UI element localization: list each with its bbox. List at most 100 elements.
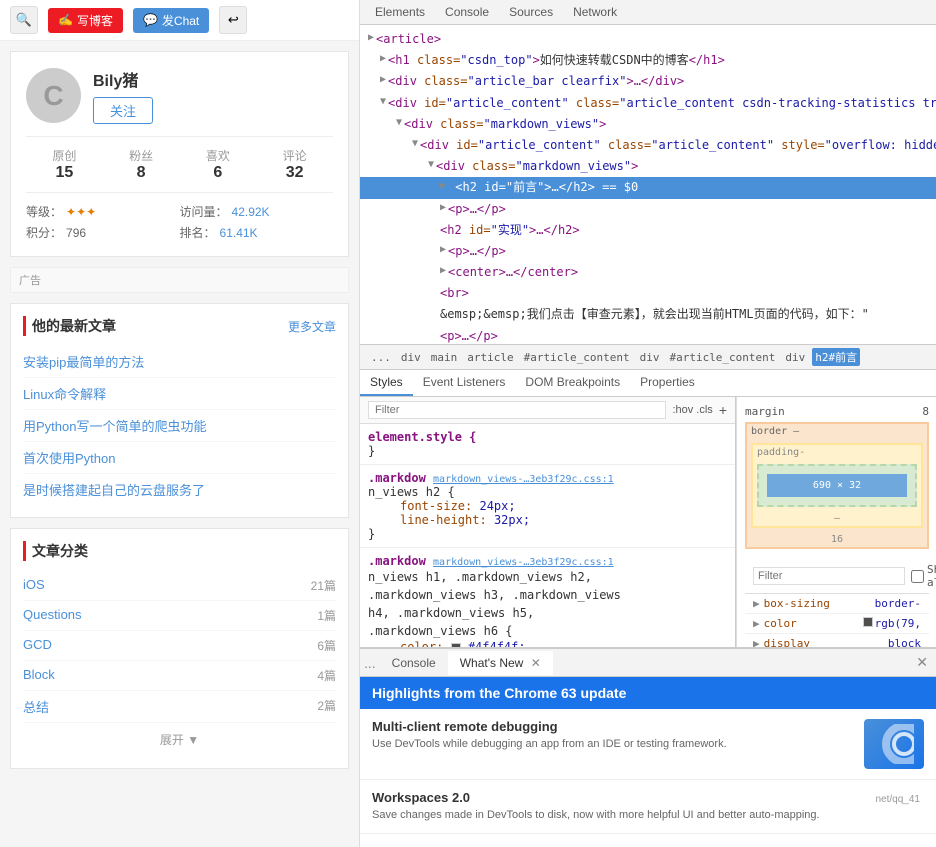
- list-item: Multi-client remote debugging Use DevToo…: [360, 709, 936, 780]
- breadcrumb-div2[interactable]: div: [637, 350, 663, 365]
- whatsnew-desc: Use DevTools while debugging an app from…: [372, 737, 854, 752]
- console-ellipsis[interactable]: ...: [360, 655, 380, 671]
- padding-label: padding-: [753, 445, 921, 460]
- breadcrumb-article-content[interactable]: #article_content: [521, 350, 633, 365]
- tree-row[interactable]: <h2 id= "实现" >…</h2>: [360, 220, 936, 241]
- triangle-icon[interactable]: ▶: [753, 637, 760, 647]
- tree-row[interactable]: ▶ <center>…</center>: [360, 262, 936, 283]
- bottom-watermark: net/qq_41: [872, 790, 925, 823]
- level-stars: ✦✦✦: [66, 205, 96, 219]
- breadcrumb-div3[interactable]: div: [782, 350, 808, 365]
- profile-header: C Bily猪 关注: [26, 67, 333, 124]
- extra-icon-btn[interactable]: ↩: [219, 6, 247, 34]
- tab-network[interactable]: Network: [563, 0, 627, 24]
- tab-whatsnew[interactable]: What's New ✕: [448, 651, 553, 675]
- tree-row[interactable]: <p>…</p>: [360, 326, 936, 345]
- tab-event-listeners[interactable]: Event Listeners: [413, 370, 516, 396]
- css-property[interactable]: color: #4f4f4f;: [368, 640, 727, 647]
- breadcrumb-ellipsis[interactable]: ...: [368, 350, 394, 365]
- category-name[interactable]: Questions: [23, 607, 82, 624]
- css-property[interactable]: font-size: 24px;: [368, 499, 727, 513]
- follow-button[interactable]: 关注: [93, 97, 153, 124]
- box-padding: 690 × 32: [757, 464, 917, 507]
- box-model-visual: border – padding- 690 × 32 – 16: [745, 422, 929, 549]
- breadcrumb-div[interactable]: div: [398, 350, 424, 365]
- tree-row[interactable]: ▼ <div class= "markdown_views" >: [360, 114, 936, 135]
- collapse-icon: ▼: [380, 94, 386, 110]
- list-item[interactable]: 用Python写一个简单的爬虫功能: [23, 410, 336, 442]
- filter-input[interactable]: [368, 401, 666, 419]
- more-articles-link[interactable]: 更多文章: [288, 318, 336, 335]
- box-content: 690 × 32: [767, 474, 907, 497]
- triangle-icon[interactable]: ▶: [753, 617, 760, 630]
- css-rule-2: .markdow markdown_views-…3eb3f29c.css:1 …: [360, 548, 735, 647]
- tree-row[interactable]: ▼ <div id= "article_content" class= "art…: [360, 135, 936, 156]
- category-name[interactable]: GCD: [23, 637, 52, 654]
- computed-filter-input[interactable]: [753, 567, 905, 585]
- breadcrumb-article[interactable]: article: [464, 350, 516, 365]
- css-selector[interactable]: .markdow: [368, 554, 426, 568]
- tab-properties[interactable]: Properties: [630, 370, 705, 396]
- tree-row[interactable]: ▶ <h1 class= "csdn_top" > 如何快速转载CSDN中的博客…: [360, 50, 936, 71]
- stats-row: 原创 15 粉丝 8 喜欢 6 评论 32: [26, 136, 333, 193]
- triangle-icon: ▶: [440, 263, 446, 279]
- tree-row[interactable]: ▶ <p>…</p>: [360, 199, 936, 220]
- css-source-link[interactable]: markdown_views-…3eb3f29c.css:1: [433, 557, 614, 568]
- tab-console[interactable]: Console: [435, 0, 499, 24]
- tree-row[interactable]: ▶ <div class= "article_bar clearfix" >…<…: [360, 71, 936, 92]
- hov-cls-button[interactable]: :hov .cls: [672, 404, 712, 416]
- tree-row[interactable]: ▶ <article>: [360, 29, 936, 50]
- category-name[interactable]: iOS: [23, 577, 45, 594]
- tree-row[interactable]: <br>: [360, 283, 936, 304]
- tree-row[interactable]: ▼ <div class= "markdown_views" >: [360, 156, 936, 177]
- stat-comments-value: 32: [283, 164, 307, 182]
- css-source-link[interactable]: markdown_views-…3eb3f29c.css:1: [433, 474, 614, 485]
- blog-icon: ✍: [58, 13, 73, 27]
- padding-bottom: –: [753, 511, 921, 526]
- css-rule-element-style: element.style { }: [360, 424, 735, 465]
- chat-button[interactable]: 💬 发Chat: [133, 8, 209, 33]
- expand-button[interactable]: 展开 ▼: [23, 723, 336, 756]
- category-name[interactable]: Block: [23, 667, 55, 684]
- css-rule-1: .markdow markdown_views-…3eb3f29c.css:1 …: [360, 465, 735, 548]
- list-item[interactable]: 首次使用Python: [23, 442, 336, 474]
- tree-row-selected[interactable]: ▶ <h2 id= "前言" >…</h2> == $0: [360, 177, 936, 198]
- tree-row[interactable]: ▼ <div id= "article_content" class= "art…: [360, 93, 936, 114]
- css-rules-panel: :hov .cls + element.style { } .markdow m…: [360, 397, 736, 647]
- triangle-icon[interactable]: ▶: [753, 597, 760, 610]
- css-selector[interactable]: element.style {: [368, 430, 476, 444]
- visit-info: 访问量： 42.92K: [180, 203, 334, 220]
- breadcrumb-active[interactable]: h2#前言: [812, 348, 860, 366]
- write-blog-button[interactable]: ✍ 写博客: [48, 8, 123, 33]
- computed-prop-row: ▶ box-sizing border-: [745, 594, 929, 614]
- tab-styles[interactable]: Styles: [360, 370, 413, 396]
- css-selector[interactable]: .markdow: [368, 471, 426, 485]
- tree-row[interactable]: &emsp;&emsp;我们点击【审查元素】，就会出现当前HTML页面的代码，如…: [360, 304, 936, 325]
- tree-row[interactable]: ▶ <p>…</p>: [360, 241, 936, 262]
- stat-likes: 喜欢 6: [206, 147, 230, 182]
- tab-elements[interactable]: Elements: [365, 0, 435, 24]
- css-property[interactable]: line-height: 32px;: [368, 513, 727, 527]
- list-item[interactable]: 安装pip最简单的方法: [23, 346, 336, 378]
- categories-section: 文章分类 iOS 21篇 Questions 1篇 GCD 6篇 Block 4…: [10, 528, 349, 769]
- breadcrumb-main[interactable]: main: [428, 350, 461, 365]
- tab-dom-breakpoints[interactable]: DOM Breakpoints: [515, 370, 630, 396]
- username: Bily猪: [93, 67, 153, 91]
- expand-label: 展开: [160, 733, 184, 747]
- category-name[interactable]: 总结: [23, 697, 49, 716]
- margin-value: 8: [922, 405, 929, 418]
- show-all-checkbox[interactable]: [911, 570, 924, 583]
- search-button[interactable]: 🔍: [10, 6, 38, 34]
- tab-sources[interactable]: Sources: [499, 0, 563, 24]
- box-dimensions: 690 × 32: [813, 480, 861, 491]
- list-item[interactable]: Linux命令解释: [23, 378, 336, 410]
- close-console-button[interactable]: ✕: [908, 649, 936, 676]
- close-icon[interactable]: ✕: [531, 656, 541, 670]
- breadcrumb-article-content2[interactable]: #article_content: [666, 350, 778, 365]
- category-count: 1篇: [317, 607, 336, 624]
- triangle-icon: ▶: [380, 51, 386, 67]
- add-rule-button[interactable]: +: [719, 402, 727, 418]
- list-item[interactable]: 是时候搭建起自己的云盘服务了: [23, 474, 336, 505]
- ad-label: 广告: [19, 275, 41, 287]
- tab-console-bottom[interactable]: Console: [380, 651, 448, 675]
